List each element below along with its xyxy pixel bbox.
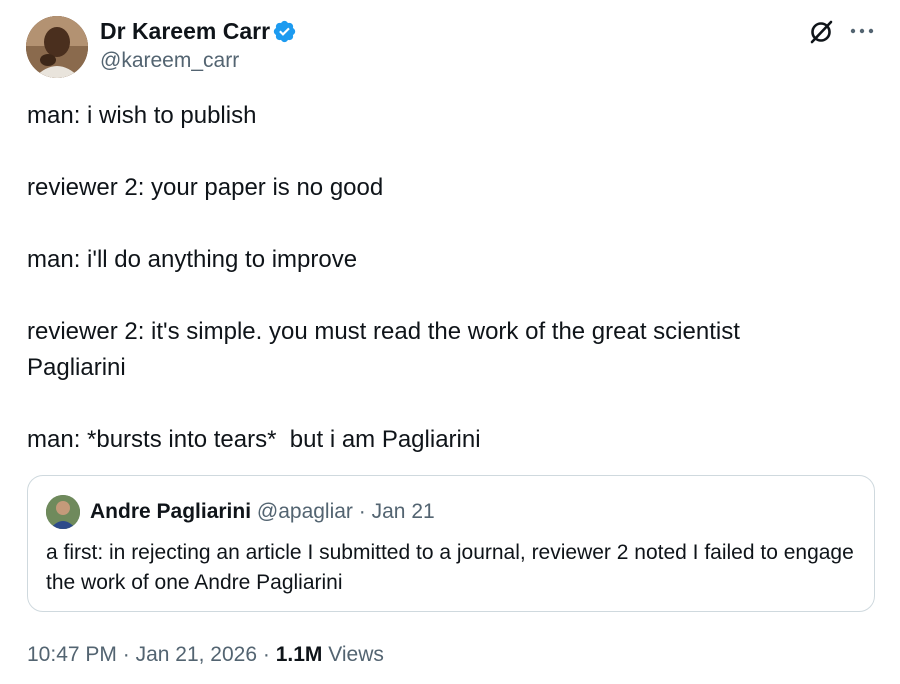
author-name[interactable]: Dr Kareem Carr	[100, 16, 270, 46]
tweet-line: reviewer 2: it's simple. you must read t…	[27, 318, 740, 381]
quote-date[interactable]: Jan 21	[372, 500, 435, 523]
line-break	[27, 206, 877, 242]
line-break	[27, 386, 877, 422]
views-label[interactable]: Views	[328, 643, 384, 666]
views-count[interactable]: 1.1M	[276, 643, 323, 666]
more-icon[interactable]	[848, 24, 876, 38]
tweet-text: man: i wish to publish reviewer 2: your …	[27, 98, 877, 458]
tweet: Dr Kareem Carr @kareem_carr man: i wish …	[0, 0, 900, 684]
quote-text: a first: in rejecting an article I submi…	[46, 541, 854, 594]
author-handle[interactable]: @kareem_carr	[100, 48, 239, 74]
quote-author-name[interactable]: Andre Pagliarini	[90, 500, 251, 523]
separator-dot: ·	[358, 500, 366, 523]
tweet-date[interactable]: Jan 21, 2026	[136, 643, 257, 666]
separator-dot: ·	[262, 643, 270, 666]
tweet-line: man: *bursts into tears* but i am Paglia…	[27, 426, 481, 453]
tweet-footer: 10:47 PM · Jan 21, 2026 · 1.1M Views	[27, 641, 384, 669]
line-break	[27, 278, 877, 314]
quoted-tweet[interactable]: Andre Pagliarini @apagliar · Jan 21 a fi…	[27, 475, 875, 612]
quote-header: Andre Pagliarini @apagliar · Jan 21	[90, 498, 435, 526]
author-avatar-image	[26, 16, 88, 78]
quote-author-handle[interactable]: @apagliar	[257, 500, 353, 523]
separator-dot: ·	[122, 643, 130, 666]
verified-badge-icon[interactable]	[272, 19, 297, 44]
grok-icon[interactable]	[807, 18, 835, 46]
quote-author-avatar[interactable]	[46, 495, 80, 529]
tweet-line: man: i'll do anything to improve	[27, 246, 358, 273]
tweet-time[interactable]: 10:47 PM	[27, 643, 117, 666]
author-avatar[interactable]	[26, 16, 88, 78]
quote-avatar-image	[46, 495, 80, 529]
tweet-line: reviewer 2: your paper is no good	[27, 174, 384, 201]
line-break	[27, 134, 877, 170]
tweet-line: man: i wish to publish	[27, 102, 257, 129]
